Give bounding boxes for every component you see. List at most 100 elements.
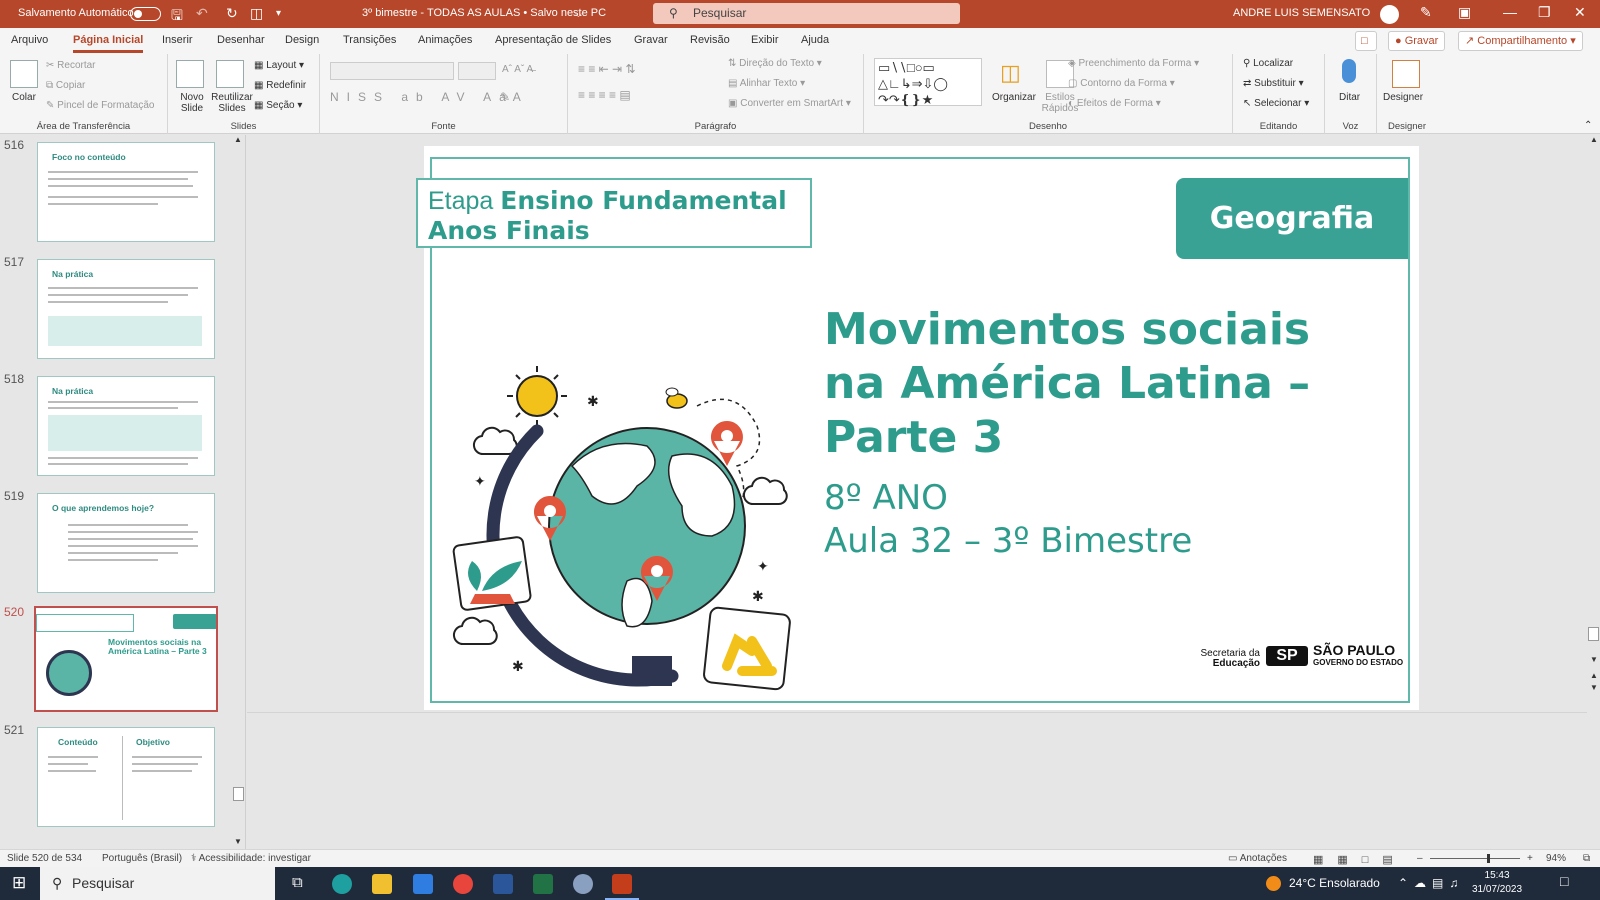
tab-apresentacao[interactable]: Apresentação de Slides <box>495 34 611 46</box>
zoom-out-icon[interactable]: – <box>1417 853 1423 864</box>
previous-slide-icon[interactable]: ▲ <box>1590 671 1598 680</box>
tab-exibir[interactable]: Exibir <box>751 34 779 46</box>
collapse-ribbon-icon[interactable]: ⌃ <box>1584 120 1592 131</box>
avatar[interactable] <box>1380 5 1399 24</box>
slide-thumbnail[interactable]: O que aprendemos hoje? <box>37 493 215 593</box>
replace-button[interactable]: ⇄ Substituir ▾ <box>1243 78 1304 89</box>
arrange-icon[interactable]: ◫ <box>1000 60 1028 88</box>
redo-icon[interactable]: ↻ <box>226 5 238 22</box>
slide-thumbnail[interactable]: Na prática <box>37 376 215 476</box>
zoom-slider[interactable] <box>1430 858 1520 859</box>
current-slide[interactable]: Etapa Ensino Fundamental Anos Finais Geo… <box>416 146 1419 710</box>
edge-icon[interactable] <box>332 874 352 894</box>
accessibility-status[interactable]: ⚕ Acessibilidade: investigar <box>191 853 311 864</box>
taskbar-search[interactable]: ⚲ Pesquisar <box>40 867 275 900</box>
scroll-up-icon[interactable]: ▲ <box>234 135 242 144</box>
font-size-select[interactable] <box>458 62 496 80</box>
cut-button[interactable]: ✂ Recortar <box>46 60 96 71</box>
close-icon[interactable]: ✕ <box>1574 4 1586 21</box>
word-icon[interactable] <box>493 874 513 894</box>
weather-icon[interactable] <box>1266 876 1281 891</box>
shape-outline-button[interactable]: ▢ Contorno da Forma ▾ <box>1068 78 1175 89</box>
layout-button[interactable]: ▦ Layout ▾ <box>254 60 304 71</box>
tab-revisao[interactable]: Revisão <box>690 34 730 46</box>
slide-thumbnail[interactable]: Foco no conteúdo <box>37 142 215 242</box>
fit-slide-icon[interactable]: ⧉ <box>1583 853 1590 864</box>
dictate-button[interactable]: Ditar <box>1339 92 1360 103</box>
reset-button[interactable]: ▦ Redefinir <box>254 80 306 91</box>
notifications-icon[interactable]: □ <box>1560 873 1568 889</box>
scroll-up-icon[interactable]: ▲ <box>1590 135 1598 144</box>
tab-design[interactable]: Design <box>285 34 319 46</box>
new-slide-icon[interactable] <box>176 60 204 88</box>
customize-qat-icon[interactable]: ▾ <box>276 8 281 19</box>
task-view-icon[interactable]: ⧉ <box>292 874 303 891</box>
shape-effects-button[interactable]: ◐ Efeitos de Forma ▾ <box>1068 98 1161 109</box>
thumbnail-scrollbar[interactable]: ▲ ▼ <box>232 135 245 849</box>
font-format-icons[interactable]: NISS ab AV Aa <box>330 90 514 104</box>
view-buttons[interactable]: ▦▦□▤ <box>1313 853 1407 866</box>
chrome-icon[interactable] <box>453 874 473 894</box>
microphone-icon[interactable] <box>1342 59 1356 83</box>
clock[interactable]: 15:43 31/07/2023 <box>1472 869 1522 897</box>
designer-button[interactable]: Designer <box>1383 92 1423 103</box>
scroll-down-icon[interactable]: ▼ <box>1590 655 1598 664</box>
canvas-scrollbar[interactable]: ▲ ▼ ▲ ▼ <box>1587 135 1600 849</box>
scroll-thumb[interactable] <box>233 787 244 801</box>
font-grow-icon[interactable]: Aˆ Aˇ A̶ <box>502 64 533 75</box>
slide-thumbnail-selected[interactable]: Movimentos sociais na América Latina – P… <box>34 606 218 712</box>
search-box[interactable]: ⚲ Pesquisar <box>653 3 960 24</box>
zoom-slider-thumb[interactable] <box>1487 854 1490 863</box>
powerpoint-icon[interactable] <box>612 874 632 894</box>
user-name[interactable]: ANDRE LUIS SEMENSATO <box>1233 7 1370 19</box>
align-icons[interactable]: ≡ ≡ ≡ ≡ ▤ <box>578 88 631 102</box>
format-painter-button[interactable]: ✎ Pincel de Formatação <box>46 100 154 111</box>
excel-icon[interactable] <box>533 874 553 894</box>
tab-ajuda[interactable]: Ajuda <box>801 34 829 46</box>
undo-icon[interactable]: ↶ <box>196 5 208 22</box>
slide-title[interactable]: Movimentos sociais na América Latina – P… <box>824 303 1384 465</box>
tab-inserir[interactable]: Inserir <box>162 34 193 46</box>
tab-gravar[interactable]: Gravar <box>634 34 668 46</box>
select-button[interactable]: ↖ Selecionar ▾ <box>1243 98 1309 109</box>
list-icons[interactable]: ≡ ≡ ⇤ ⇥ ⇅ <box>578 62 636 76</box>
app-icon[interactable] <box>573 874 593 894</box>
shape-fill-button[interactable]: ◈ Preenchimento da Forma ▾ <box>1068 58 1199 69</box>
tab-animacoes[interactable]: Animações <box>418 34 472 46</box>
reuse-slides-button[interactable]: Reutilizar Slides <box>209 92 255 114</box>
minimize-icon[interactable]: — <box>1503 4 1517 20</box>
arrange-button[interactable]: Organizar <box>992 92 1036 103</box>
ribbon-display-icon[interactable]: ▣ <box>1458 4 1471 21</box>
find-button[interactable]: ⚲ Localizar <box>1243 58 1293 69</box>
paste-icon[interactable] <box>10 60 38 88</box>
slide-thumbnail[interactable]: Na prática <box>37 259 215 359</box>
tab-desenhar[interactable]: Desenhar <box>217 34 265 46</box>
autosave-toggle[interactable] <box>130 7 161 21</box>
zoom-in-icon[interactable]: + <box>1527 853 1533 864</box>
font-name-select[interactable] <box>330 62 454 80</box>
present-icon[interactable]: ◫ <box>250 5 263 22</box>
etapa-box[interactable]: Etapa Ensino Fundamental Anos Finais <box>416 178 812 248</box>
language-indicator[interactable]: Português (Brasil) <box>102 853 182 864</box>
designer-icon[interactable] <box>1392 60 1420 88</box>
share-button[interactable]: ↗ Compartilhamento ▾ <box>1458 31 1583 51</box>
paste-button[interactable]: Colar <box>12 92 36 103</box>
scroll-down-icon[interactable]: ▼ <box>234 837 242 846</box>
comments-button[interactable]: □ <box>1355 31 1377 51</box>
shapes-gallery[interactable]: ▭∖∖□○▭ △∟↳⇒⇩◯ ↷↷❴❵★ <box>874 58 982 107</box>
slide-thumbnail[interactable]: Conteúdo Objetivo <box>37 727 215 827</box>
chevron-down-icon[interactable]: ⌵ <box>575 9 582 20</box>
font-color-icon[interactable]: ✎ A <box>500 90 521 104</box>
notes-button[interactable]: ▭ Anotações <box>1228 853 1287 864</box>
smartart-button[interactable]: ▣ Converter em SmartArt ▾ <box>728 98 851 109</box>
scroll-thumb[interactable] <box>1588 627 1599 641</box>
tab-transicoes[interactable]: Transições <box>343 34 396 46</box>
save-icon[interactable]: 🖫 <box>171 5 183 29</box>
tab-arquivo[interactable]: Arquivo <box>11 34 48 46</box>
store-icon[interactable] <box>413 874 433 894</box>
file-explorer-icon[interactable] <box>372 874 392 894</box>
record-button[interactable]: ● Gravar <box>1388 31 1446 51</box>
reuse-slides-icon[interactable] <box>216 60 244 88</box>
align-text-button[interactable]: ▤ Alinhar Texto ▾ <box>728 78 805 89</box>
section-button[interactable]: ▦ Seção ▾ <box>254 100 302 111</box>
